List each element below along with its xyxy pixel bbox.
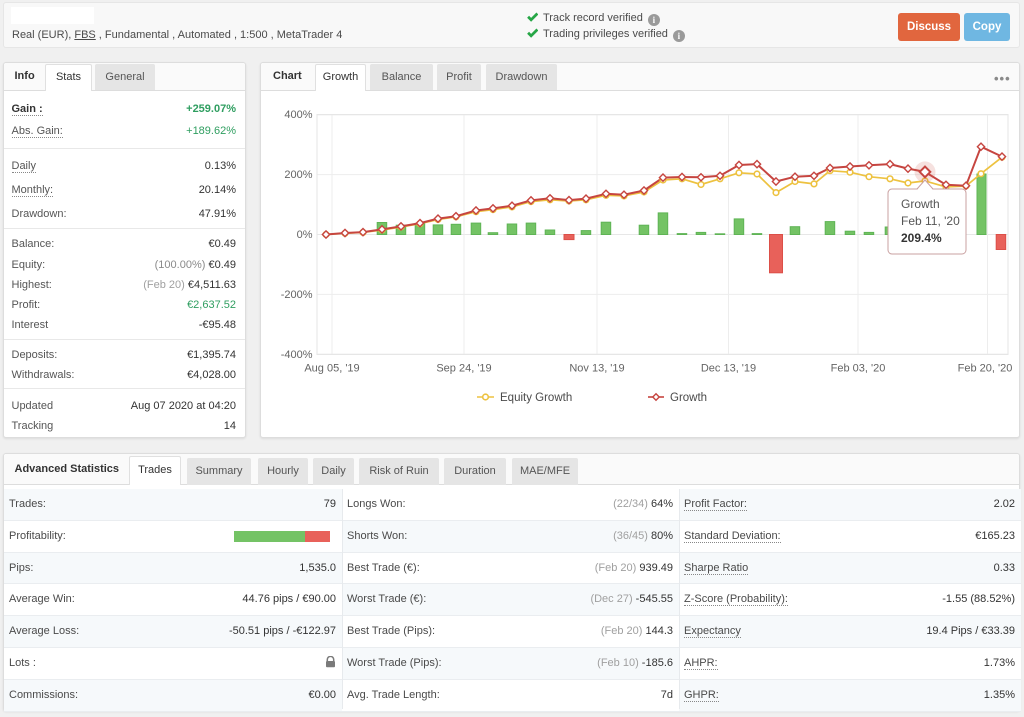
svg-text:Sep 24, '19: Sep 24, '19 [436, 363, 491, 375]
svg-text:0%: 0% [297, 229, 313, 241]
svg-text:Feb 11, '20: Feb 11, '20 [901, 214, 960, 228]
svg-text:Equity Growth: Equity Growth [500, 392, 572, 404]
svg-text:-200%: -200% [281, 289, 313, 301]
svg-text:200%: 200% [284, 169, 312, 181]
svg-text:Growth: Growth [670, 392, 707, 404]
svg-text:Dec 13, '19: Dec 13, '19 [701, 363, 756, 375]
svg-text:Nov 13, '19: Nov 13, '19 [569, 363, 624, 375]
svg-text:Feb 20, '20: Feb 20, '20 [958, 363, 1013, 375]
svg-text:-400%: -400% [281, 349, 313, 361]
svg-text:Feb 03, '20: Feb 03, '20 [831, 363, 886, 375]
svg-text:400%: 400% [284, 109, 312, 121]
svg-text:209.4%: 209.4% [901, 231, 942, 245]
svg-text:Growth: Growth [901, 197, 940, 211]
svg-text:Aug 05, '19: Aug 05, '19 [304, 363, 359, 375]
